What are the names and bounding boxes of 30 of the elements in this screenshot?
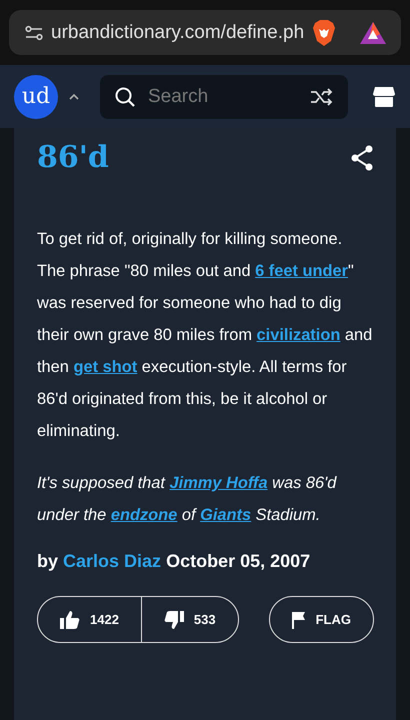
word-link[interactable]: Giants bbox=[200, 506, 252, 524]
url-text: urbandictionary.com/define.ph bbox=[51, 22, 303, 44]
downvote-button[interactable]: 533 bbox=[142, 597, 238, 642]
author-link[interactable]: Carlos Diaz bbox=[63, 551, 162, 571]
thumbs-up-icon bbox=[60, 610, 80, 630]
word-link[interactable]: get shot bbox=[73, 358, 138, 376]
byline: by Carlos Diaz October 05, 2007 bbox=[37, 551, 312, 572]
word-title[interactable]: 86'd bbox=[37, 140, 109, 175]
search-field[interactable]: Search bbox=[100, 74, 348, 118]
store-icon[interactable] bbox=[372, 86, 396, 108]
example-text: It's supposed that Jimmy Hoffa was 86'd under the endzone of Giants Stadium. bbox=[37, 473, 338, 526]
word-link[interactable]: endzone bbox=[110, 506, 178, 524]
address-bar[interactable]: urbandictionary.com/define.ph bbox=[9, 10, 401, 55]
share-icon[interactable] bbox=[350, 144, 374, 170]
word-link[interactable]: 6 feet under bbox=[255, 262, 348, 280]
upvote-button[interactable]: 1422 bbox=[38, 597, 142, 642]
thumbs-down-icon bbox=[164, 610, 184, 630]
lion-shield-icon[interactable] bbox=[311, 18, 337, 46]
triangle-icon[interactable] bbox=[359, 20, 387, 46]
search-input[interactable]: Search bbox=[146, 84, 300, 108]
caret-icon[interactable] bbox=[68, 92, 80, 100]
word-link[interactable]: civilization bbox=[256, 326, 340, 344]
definition-text: To get rid of, originally for killing someone. The phrase "80 miles out and 6 feet under" was reserved for someone who had to dig their own grave 80 miles from civilization and then get shot execution-style. All terms for 86'd originated from this, be it alcohol or eliminating. bbox=[37, 229, 374, 442]
flag-button[interactable]: FLAG bbox=[268, 596, 374, 643]
flag-icon bbox=[292, 610, 306, 628]
word-link[interactable]: Jimmy Hoffa bbox=[170, 474, 268, 492]
shuffle-icon[interactable] bbox=[310, 88, 334, 106]
site-settings-icon[interactable] bbox=[25, 24, 43, 40]
search-icon bbox=[114, 86, 136, 108]
site-logo[interactable]: ud bbox=[14, 74, 58, 118]
